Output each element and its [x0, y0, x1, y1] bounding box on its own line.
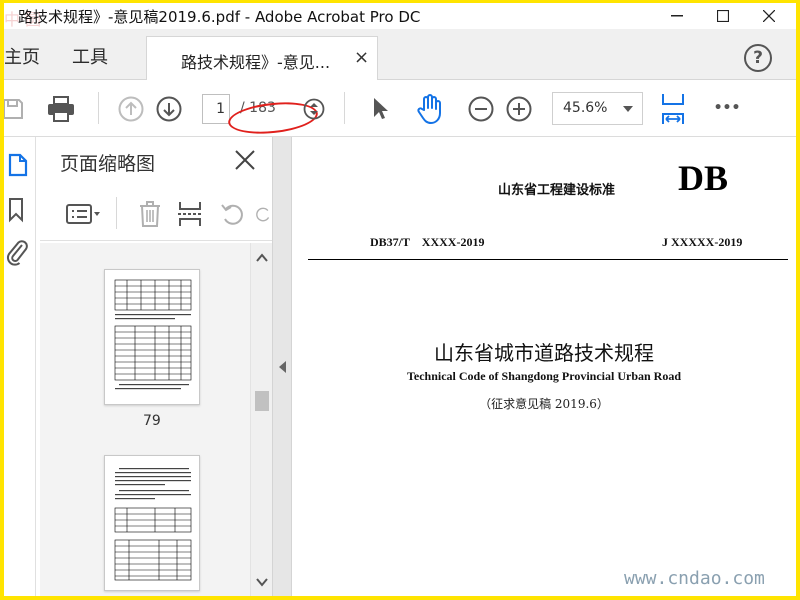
close-icon — [763, 10, 775, 22]
close-panel-button[interactable] — [234, 149, 256, 175]
previous-page-button[interactable] — [116, 94, 146, 124]
panel-splitter[interactable] — [272, 137, 292, 596]
toolbar-separator — [98, 92, 99, 124]
thumbnail-page[interactable] — [104, 269, 200, 405]
minimize-icon — [671, 15, 683, 17]
plus-circle-icon — [506, 96, 532, 122]
page-thumbnails-rail-button[interactable] — [4, 151, 30, 181]
panel-title: 页面缩略图 — [60, 153, 156, 175]
tab-home[interactable]: 主页 — [4, 43, 40, 69]
pages-icon — [8, 153, 28, 177]
minimize-button[interactable] — [654, 3, 700, 29]
document-code-left: DB37/T XXXX-2019 — [370, 235, 485, 249]
attachments-rail-button[interactable] — [4, 235, 30, 269]
rotate-right-icon — [256, 207, 270, 222]
select-tool-button[interactable] — [368, 94, 392, 124]
hand-icon — [417, 94, 441, 124]
up-down-circle-icon — [303, 98, 325, 120]
page-thumbnails-panel: 页面缩略图 79 — [40, 137, 272, 596]
delete-page-button[interactable] — [136, 199, 164, 229]
extract-page-button[interactable] — [176, 199, 204, 229]
cursor-arrow-icon — [374, 98, 388, 119]
document-rule — [308, 259, 788, 260]
scrollbar-thumb[interactable] — [255, 391, 269, 411]
rotate-right-button[interactable] — [254, 199, 272, 229]
document-draft-note: （征求意见稿 2019.6） — [479, 397, 609, 411]
toolbar: 1 / 183 45.6% ••• — [4, 80, 796, 138]
zoom-out-button[interactable] — [466, 94, 496, 124]
print-icon — [48, 96, 74, 122]
toolbar-separator — [116, 197, 117, 229]
left-icon-rail — [4, 137, 36, 596]
fit-width-button[interactable] — [658, 90, 688, 128]
more-tools-button[interactable]: ••• — [710, 96, 744, 120]
trash-icon — [140, 201, 160, 227]
help-button[interactable]: ? — [744, 44, 772, 72]
close-icon — [235, 150, 255, 170]
window-title: 路技术规程》-意见稿2019.6.pdf - Adobe Acrobat Pro… — [18, 8, 421, 26]
title-bar: 中 圆 路技术规程》-意见稿2019.6.pdf - Adobe Acrobat… — [4, 3, 796, 29]
collapse-panel-icon[interactable] — [279, 361, 286, 373]
tab-document[interactable]: 路技术规程》-意见... × — [146, 36, 378, 81]
thumbnail-preview — [114, 279, 192, 390]
save-icon — [4, 99, 23, 119]
scroll-down-icon — [256, 578, 268, 587]
thumbnail-page[interactable] — [104, 455, 200, 591]
zoom-dropdown[interactable]: 45.6% — [552, 92, 643, 125]
arrow-down-circle-icon — [156, 96, 182, 122]
document-view[interactable]: 山东省工程建设标准 DB DB37/T XXXX-2019 J XXXXX-20… — [292, 137, 796, 596]
rotate-left-icon — [221, 204, 243, 225]
page-number-input[interactable]: 1 — [202, 94, 230, 124]
document-db-mark: DB — [678, 158, 729, 198]
watermark-bottom-right: www.cndao.com — [624, 568, 765, 589]
acrobat-window: 中 圆 路技术规程》-意见稿2019.6.pdf - Adobe Acrobat… — [4, 3, 796, 596]
bookmark-icon — [9, 198, 23, 223]
extract-icon — [178, 202, 202, 226]
close-window-button[interactable] — [746, 3, 792, 29]
toolbar-separator — [344, 92, 345, 124]
minus-circle-icon — [468, 96, 494, 122]
thumbnail-scrollbar[interactable] — [250, 243, 272, 596]
scroll-up-icon — [256, 253, 268, 262]
document-title-en: Technical Code of Shangdong Provincial U… — [406, 369, 682, 383]
arrow-up-circle-icon — [118, 96, 144, 122]
fit-width-icon — [662, 94, 684, 124]
rotate-page-button[interactable] — [218, 199, 248, 229]
zoom-in-button[interactable] — [504, 94, 534, 124]
tab-tools[interactable]: 工具 — [72, 43, 108, 69]
thumbnail-list: 79 — [40, 243, 250, 596]
paperclip-icon — [6, 240, 28, 266]
document-tab-label: 路技术规程》-意见... — [181, 53, 331, 72]
thumbnail-options-button[interactable] — [64, 201, 104, 227]
document-title-cn: 山东省城市道路技术规程 — [434, 341, 654, 365]
hand-tool-button[interactable] — [414, 92, 446, 126]
thumbnail-tools — [40, 187, 272, 241]
print-button[interactable] — [44, 92, 78, 126]
chevron-down-icon — [623, 106, 633, 112]
maximize-icon — [717, 10, 729, 22]
next-page-button[interactable] — [154, 94, 184, 124]
options-menu-icon — [66, 204, 100, 224]
tab-bar: 主页 工具 路技术规程》-意见... × ? — [4, 29, 796, 81]
save-button[interactable] — [4, 94, 28, 124]
zoom-value: 45.6% — [563, 100, 608, 116]
document-code-right: J XXXXX-2019 — [662, 235, 743, 249]
page-scroll-button[interactable] — [302, 94, 326, 124]
thumbnail-page-number: 79 — [143, 413, 161, 429]
document-tab-close-icon[interactable]: × — [354, 47, 369, 68]
bookmarks-rail-button[interactable] — [4, 195, 28, 225]
maximize-button[interactable] — [700, 3, 746, 29]
thumbnail-preview — [114, 468, 192, 581]
document-standard-name: 山东省工程建设标准 — [498, 183, 616, 198]
